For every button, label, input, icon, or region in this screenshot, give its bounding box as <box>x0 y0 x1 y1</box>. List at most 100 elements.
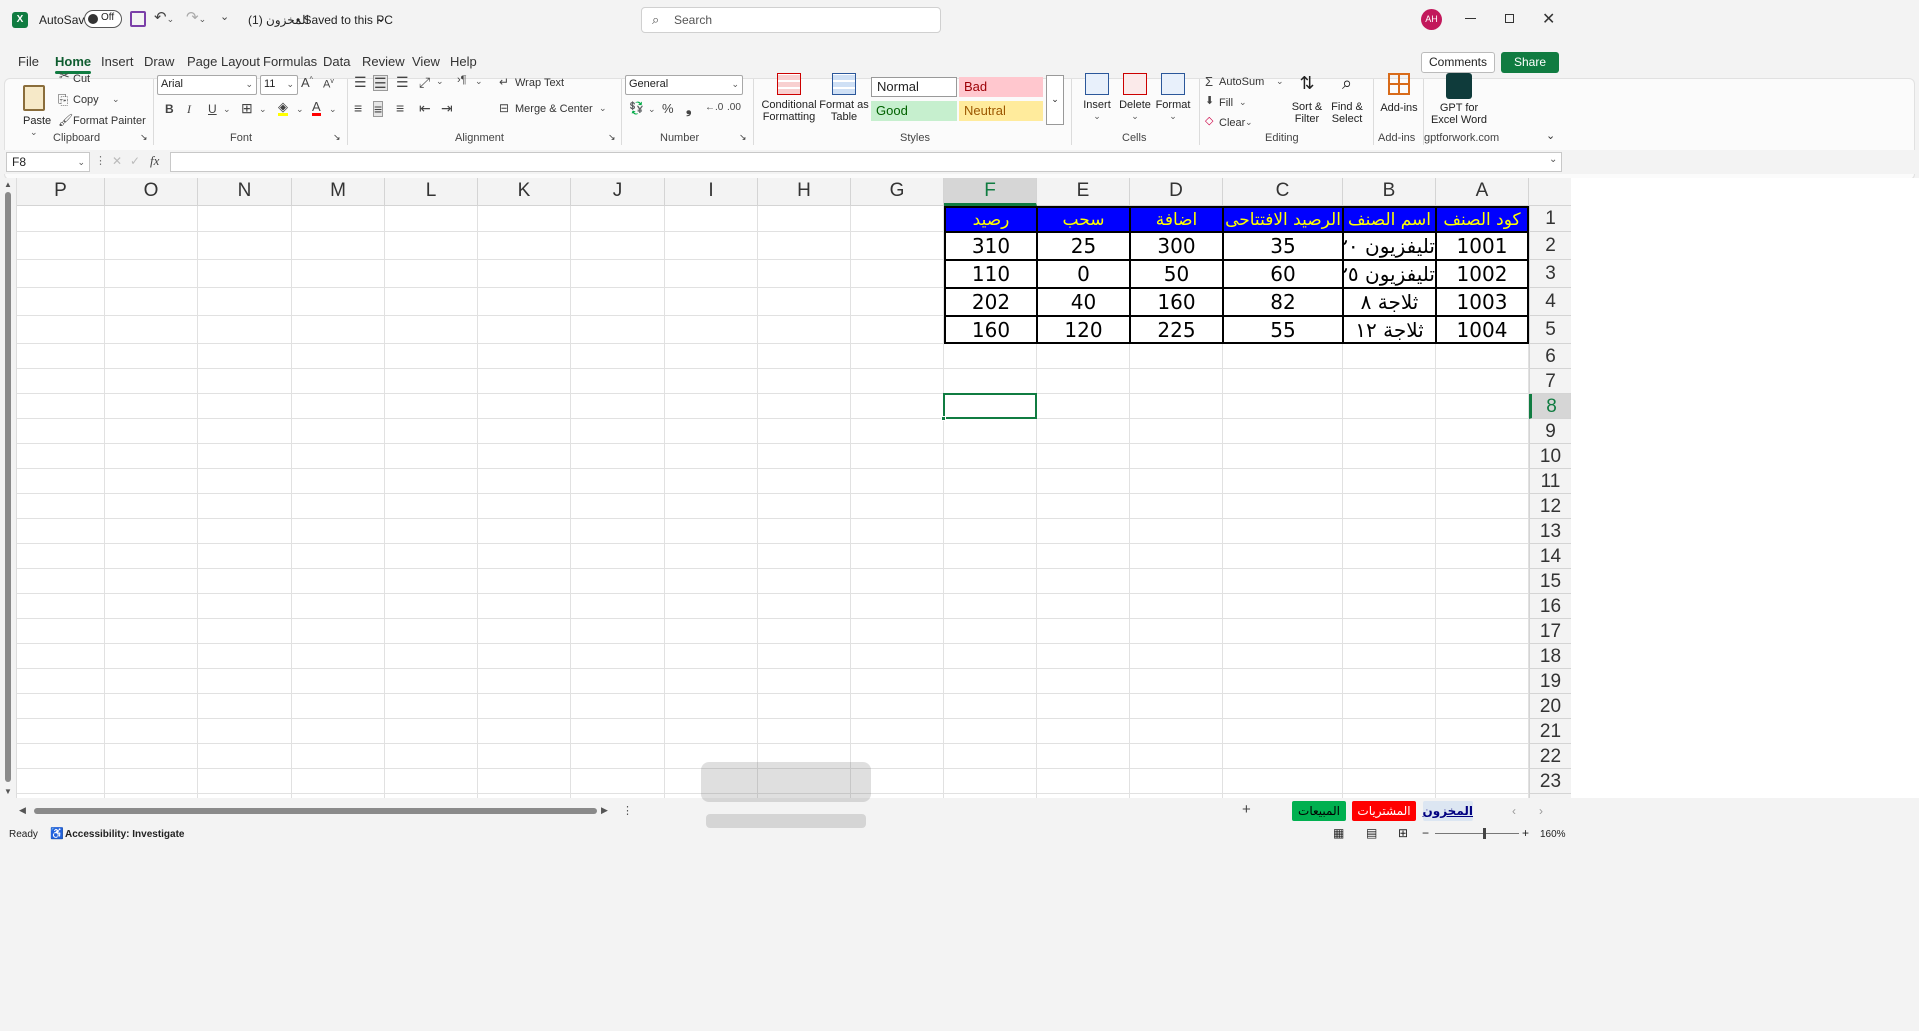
table-cell[interactable]: 55 <box>1223 316 1343 344</box>
tab-data[interactable]: Data <box>323 54 350 69</box>
table-header-cell[interactable]: اسم الصنف <box>1343 206 1436 232</box>
table-cell[interactable]: ثلاجة ١٢ <box>1343 316 1436 344</box>
styles-more-icon[interactable]: ⌄ <box>1046 75 1064 125</box>
table-cell[interactable]: 300 <box>1130 232 1223 260</box>
confirm-entry-icon[interactable]: ✓ <box>130 154 140 168</box>
row-header-17[interactable]: 17 <box>1529 619 1571 644</box>
column-header-n[interactable]: N <box>198 178 292 206</box>
hscroll-right-icon[interactable]: ▶ <box>601 805 608 816</box>
fill-button[interactable]: Fill <box>1219 97 1233 109</box>
row-header-8[interactable]: 8 <box>1529 394 1571 419</box>
insert-function-icon[interactable]: fx <box>150 153 159 169</box>
row-header-21[interactable]: 21 <box>1529 719 1571 744</box>
align-left-icon[interactable]: ≡ <box>354 101 362 115</box>
row-header-12[interactable]: 12 <box>1529 494 1571 519</box>
font-dialog-icon[interactable]: ↘ <box>333 132 341 143</box>
insert-cells-button[interactable]: Insert ⌄ <box>1079 73 1115 122</box>
row-header-15[interactable]: 15 <box>1529 569 1571 594</box>
column-header-i[interactable]: I <box>665 178 758 206</box>
comments-button[interactable]: Comments <box>1421 52 1495 73</box>
name-box-field[interactable]: F8 ⌄ <box>6 152 90 172</box>
delete-cells-button[interactable]: Delete ⌄ <box>1117 73 1153 122</box>
italic-button[interactable]: I <box>187 103 191 115</box>
page-break-view-icon[interactable]: ⊞ <box>1398 826 1408 840</box>
table-cell[interactable]: 110 <box>944 260 1037 288</box>
fill-chevron-icon[interactable]: ⌄ <box>1239 97 1247 108</box>
vertical-scrollbar[interactable]: ▲ ▼ <box>0 178 17 798</box>
normal-view-icon[interactable]: ▦ <box>1333 826 1344 840</box>
align-bottom-icon[interactable]: ☰ <box>396 75 409 89</box>
format-cells-button[interactable]: Format ⌄ <box>1153 73 1193 122</box>
sort-filter-button[interactable]: ⇅ Sort & Filter <box>1289 73 1325 125</box>
column-header-l[interactable]: L <box>385 178 478 206</box>
decrease-font-icon[interactable]: Av <box>323 78 334 91</box>
tab-draw[interactable]: Draw <box>144 54 174 69</box>
underline-chevron-icon[interactable]: ⌄ <box>223 105 231 114</box>
restore-icon[interactable] <box>1505 14 1514 23</box>
row-header-16[interactable]: 16 <box>1529 594 1571 619</box>
row-header-13[interactable]: 13 <box>1529 519 1571 544</box>
autosave-toggle[interactable]: Off <box>84 10 122 28</box>
decrease-decimal-icon[interactable]: .00 <box>727 103 741 113</box>
sheet-tab-1[interactable]: المبيعات <box>1292 801 1346 821</box>
fill-handle[interactable] <box>941 416 946 421</box>
row-header-2[interactable]: 2 <box>1529 232 1571 260</box>
merge-center-chevron-icon[interactable]: ⌄ <box>599 103 607 114</box>
column-header-j[interactable]: J <box>571 178 665 206</box>
table-cell[interactable]: 1001 <box>1436 232 1529 260</box>
table-cell[interactable]: 50 <box>1130 260 1223 288</box>
table-cell[interactable]: 1002 <box>1436 260 1529 288</box>
row-header-10[interactable]: 10 <box>1529 444 1571 469</box>
style-normal[interactable]: Normal <box>871 77 957 97</box>
tab-view[interactable]: View <box>412 54 440 69</box>
tab-help[interactable]: Help <box>450 54 477 69</box>
customize-qat-icon[interactable]: ⌄ <box>220 12 229 23</box>
table-cell[interactable]: 120 <box>1037 316 1130 344</box>
table-cell[interactable]: 1004 <box>1436 316 1529 344</box>
format-painter-btn[interactable]: Format Painter <box>73 115 146 127</box>
underline-button[interactable]: U <box>208 103 217 115</box>
table-cell[interactable]: 1003 <box>1436 288 1529 316</box>
zoom-slider-thumb[interactable] <box>1483 828 1486 839</box>
row-header-9[interactable]: 9 <box>1529 419 1571 444</box>
select-all-corner[interactable] <box>1529 178 1571 206</box>
font-color-icon[interactable]: A <box>312 100 321 116</box>
tab-file[interactable]: File <box>18 54 39 69</box>
copy-btn-chevron-icon[interactable]: ⌄ <box>112 94 120 105</box>
paste-btn[interactable]: Paste ⌄ <box>15 83 55 137</box>
table-cell[interactable]: 82 <box>1223 288 1343 316</box>
row-header-19[interactable]: 19 <box>1529 669 1571 694</box>
vertical-scroll-thumb[interactable] <box>5 192 11 782</box>
table-header-cell[interactable]: سحب <box>1037 206 1130 232</box>
row-header-23[interactable]: 23 <box>1529 769 1571 794</box>
autosum-button[interactable]: AutoSum <box>1219 76 1264 88</box>
cut-btn[interactable]: Cut <box>73 73 90 85</box>
style-neutral[interactable]: Neutral <box>959 101 1043 121</box>
table-cell[interactable]: تليفزيون ٢٠ <box>1343 232 1436 260</box>
row-header-6[interactable]: 6 <box>1529 344 1571 369</box>
scroll-up-icon[interactable]: ▲ <box>4 180 12 189</box>
orientation-chevron-icon[interactable]: ⌄ <box>436 77 444 86</box>
font-color-chevron-icon[interactable]: ⌄ <box>329 105 337 114</box>
row-header-20[interactable]: 20 <box>1529 694 1571 719</box>
add-sheet-icon[interactable]: + <box>1242 801 1251 818</box>
align-center-icon[interactable]: ≡ <box>373 101 384 117</box>
horizontal-scroll-thumb[interactable] <box>34 808 597 814</box>
gpt-for-excel-button[interactable]: GPT for Excel Word <box>1427 73 1491 126</box>
formula-expand-icon[interactable]: ⌄ <box>1549 154 1557 165</box>
table-cell[interactable]: 40 <box>1037 288 1130 316</box>
table-cell[interactable]: 160 <box>1130 288 1223 316</box>
tab-split-icon[interactable]: ⋮ <box>622 804 633 817</box>
tab-home[interactable]: Home <box>55 54 92 74</box>
font-family-combo[interactable]: Arial ⌄ <box>157 75 257 95</box>
clear-chevron-icon[interactable]: ⌄ <box>1245 117 1253 128</box>
increase-decimal-icon[interactable]: ←.0 <box>705 103 723 113</box>
font-size-box[interactable]: 11 ⌄ <box>260 75 298 95</box>
save-icon[interactable] <box>130 11 146 27</box>
table-cell[interactable]: 202 <box>944 288 1037 316</box>
borders-chevron-icon[interactable]: ⌄ <box>259 105 267 114</box>
scroll-down-icon[interactable]: ▼ <box>4 787 12 796</box>
row-header-4[interactable]: 4 <box>1529 288 1571 316</box>
minimize-icon[interactable] <box>1465 18 1476 19</box>
column-header-f[interactable]: F <box>944 178 1037 206</box>
